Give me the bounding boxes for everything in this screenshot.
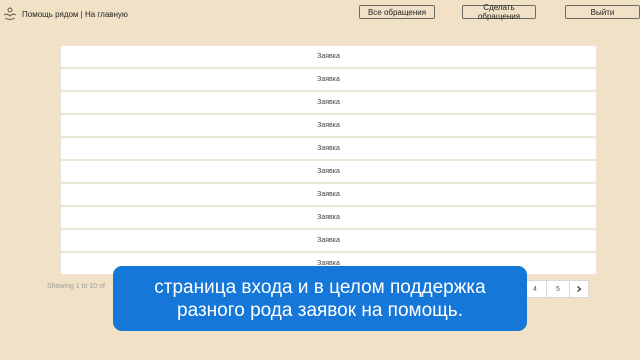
all-requests-button[interactable]: Все обращения	[359, 5, 435, 19]
pagination: 4 5	[523, 280, 589, 298]
logout-button[interactable]: Выйти	[565, 5, 640, 19]
request-row[interactable]: Заявка	[61, 92, 596, 113]
top-bar: Помощь рядом | На главную Все обращения …	[0, 0, 640, 30]
next-page-button[interactable]	[569, 280, 589, 298]
page-5-button[interactable]: 5	[546, 280, 570, 298]
requests-list: Заявка Заявка Заявка Заявка Заявка Заявк…	[61, 46, 596, 276]
request-row[interactable]: Заявка	[61, 184, 596, 205]
subtitle-line-2: разного рода заявок на помощь.	[177, 299, 463, 321]
chevron-right-icon	[577, 286, 582, 292]
video-subtitle: страница входа и в целом поддержка разно…	[113, 266, 527, 331]
subtitle-line-1: страница входа и в целом поддержка	[154, 276, 486, 298]
request-row[interactable]: Заявка	[61, 69, 596, 90]
brand-text[interactable]: Помощь рядом | На главную	[22, 10, 128, 19]
request-row[interactable]: Заявка	[61, 138, 596, 159]
make-request-button[interactable]: Сделать обращения	[462, 3, 536, 21]
request-row[interactable]: Заявка	[61, 207, 596, 228]
request-row[interactable]: Заявка	[61, 46, 596, 67]
request-row[interactable]: Заявка	[61, 161, 596, 182]
request-row[interactable]: Заявка	[61, 230, 596, 251]
brand[interactable]: Помощь рядом | На главную	[2, 6, 128, 22]
pagination-info: Showing 1 to 10 of	[47, 283, 105, 290]
helping-hands-logo-icon	[3, 7, 17, 20]
request-row[interactable]: Заявка	[61, 115, 596, 136]
